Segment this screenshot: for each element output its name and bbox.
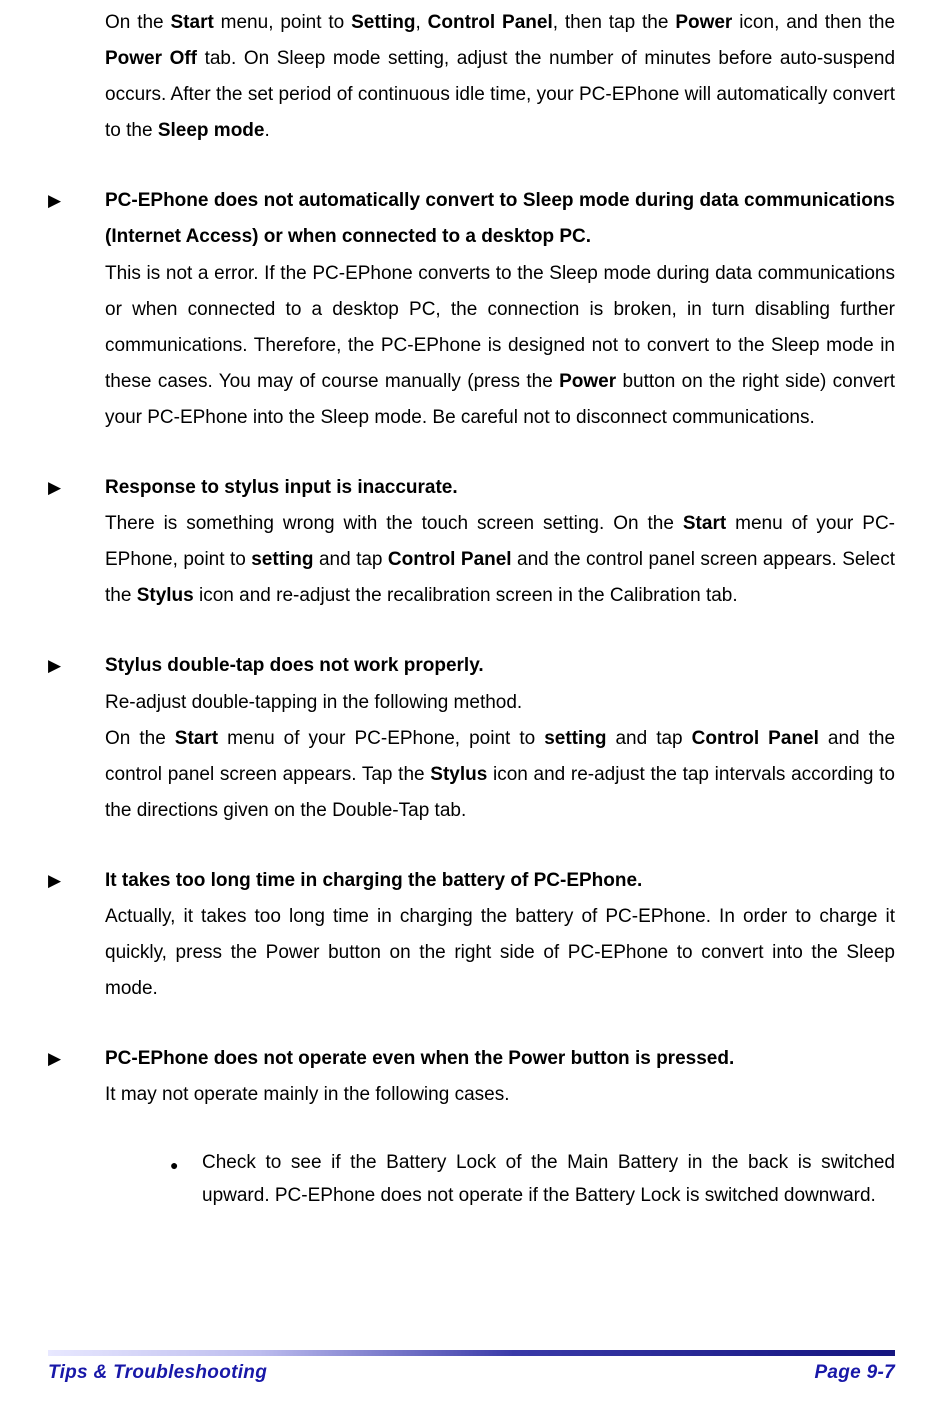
content: On the Start menu, point to Setting, Con…	[48, 5, 895, 1212]
troubleshoot-item: ▶ PC-EPhone does not operate even when t…	[48, 1041, 895, 1212]
item-body: Stylus double-tap does not work properly…	[105, 648, 895, 828]
item-body: PC-EPhone does not automatically convert…	[105, 183, 895, 436]
page: On the Start menu, point to Setting, Con…	[0, 0, 943, 1402]
item-text: It may not operate mainly in the followi…	[105, 1084, 509, 1105]
sub-list: ● Check to see if the Battery Lock of th…	[162, 1147, 895, 1212]
dot-bullet-icon: ●	[162, 1147, 202, 1179]
item-text: Actually, it takes too long time in char…	[105, 906, 895, 999]
triangle-bullet-icon: ▶	[48, 863, 105, 897]
footer-right: Page 9-7	[814, 1362, 895, 1384]
triangle-bullet-icon: ▶	[48, 470, 105, 504]
item-body: Response to stylus input is inaccurate. …	[105, 470, 895, 614]
triangle-bullet-icon: ▶	[48, 183, 105, 217]
item-title: It takes too long time in charging the b…	[105, 870, 642, 891]
footer-divider	[48, 1350, 895, 1356]
item-text: This is not a error. If the PC-EPhone co…	[105, 263, 895, 428]
item-title: PC-EPhone does not automatically convert…	[105, 190, 895, 247]
troubleshoot-item: ▶ It takes too long time in charging the…	[48, 863, 895, 1007]
sub-item: ● Check to see if the Battery Lock of th…	[162, 1147, 895, 1212]
troubleshoot-item: ▶ Response to stylus input is inaccurate…	[48, 470, 895, 614]
item-text: Re-adjust double-tapping in the followin…	[105, 692, 895, 821]
footer-row: Tips & Troubleshooting Page 9-7	[48, 1362, 895, 1384]
footer-left: Tips & Troubleshooting	[48, 1362, 267, 1384]
item-body: It takes too long time in charging the b…	[105, 863, 895, 1007]
sub-item-text: Check to see if the Battery Lock of the …	[202, 1147, 895, 1212]
triangle-bullet-icon: ▶	[48, 648, 105, 682]
item-body: PC-EPhone does not operate even when the…	[105, 1041, 895, 1212]
item-title: Stylus double-tap does not work properly…	[105, 655, 484, 676]
intro-paragraph: On the Start menu, point to Setting, Con…	[105, 5, 895, 149]
troubleshoot-item: ▶ Stylus double-tap does not work proper…	[48, 648, 895, 828]
triangle-bullet-icon: ▶	[48, 1041, 105, 1075]
item-text: There is something wrong with the touch …	[105, 513, 895, 606]
item-title: Response to stylus input is inaccurate.	[105, 477, 458, 498]
item-title: PC-EPhone does not operate even when the…	[105, 1048, 734, 1069]
footer: Tips & Troubleshooting Page 9-7	[0, 1350, 943, 1384]
troubleshoot-item: ▶ PC-EPhone does not automatically conve…	[48, 183, 895, 436]
